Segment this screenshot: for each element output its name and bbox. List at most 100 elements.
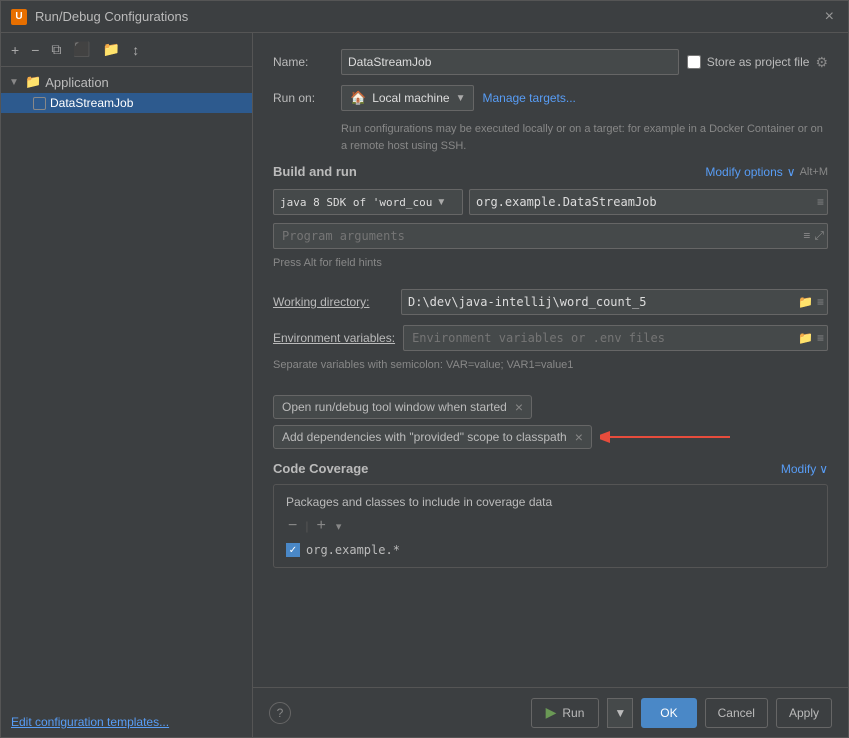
- coverage-modify-label: Modify: [781, 462, 816, 476]
- close-button[interactable]: ×: [821, 8, 838, 26]
- run-on-select[interactable]: 🏠 Local machine ▼: [341, 85, 474, 111]
- local-machine-icon: 🏠: [350, 90, 366, 106]
- run-hint: Run configurations may be executed local…: [273, 117, 828, 164]
- copy-config-button[interactable]: ⧉: [47, 38, 65, 61]
- program-args-input[interactable]: [273, 223, 828, 249]
- tree-arrow-application: ▼: [9, 77, 21, 88]
- env-vars-label: Environment variables:: [273, 331, 395, 345]
- app-logo: U: [11, 9, 27, 25]
- tag-provided-scope-label: Add dependencies with "provided" scope t…: [282, 430, 567, 444]
- ok-button[interactable]: OK: [641, 698, 696, 728]
- main-class-input[interactable]: [469, 189, 828, 215]
- tree-item-datastreamjob[interactable]: DataStreamJob: [1, 93, 252, 113]
- manage-targets-link[interactable]: Manage targets...: [482, 91, 575, 105]
- run-button-label: Run: [562, 706, 584, 720]
- application-folder-icon: 📁: [25, 74, 41, 90]
- store-project-label: Store as project file: [707, 55, 810, 69]
- tag-open-window-close[interactable]: ×: [515, 400, 523, 414]
- tree-group-label: Application: [45, 75, 109, 90]
- code-coverage-section: Code Coverage Modify ∨ Packages and clas…: [273, 461, 828, 568]
- coverage-remove-button[interactable]: −: [286, 517, 299, 535]
- run-play-icon: ▶: [546, 704, 557, 721]
- prog-args-list-icon[interactable]: ≡: [803, 229, 810, 244]
- coverage-item: ✓ org.example.*: [286, 543, 815, 557]
- working-dir-wrap: 📁 ≡: [401, 289, 828, 315]
- coverage-toolbar: − | + ▾: [286, 517, 815, 535]
- modify-options-button[interactable]: Modify options ∨ Alt+M: [705, 165, 828, 179]
- coverage-item-checkbox[interactable]: ✓: [286, 543, 300, 557]
- sdk-select[interactable]: java 8 SDK of 'word_cou ▼: [273, 189, 463, 215]
- tag-open-window-label: Open run/debug tool window when started: [282, 400, 507, 414]
- sdk-row: java 8 SDK of 'word_cou ▼ ≡: [273, 189, 828, 215]
- working-dir-row: Working directory: 📁 ≡: [273, 289, 828, 315]
- config-file-icon: [33, 97, 46, 110]
- run-dropdown-button[interactable]: ▼: [607, 698, 633, 728]
- red-arrow-indicator: [600, 428, 730, 446]
- run-button[interactable]: ▶ Run: [531, 698, 600, 728]
- dir-folder-icon[interactable]: 📁: [798, 295, 813, 309]
- left-toolbar: + − ⧉ ⬛ 📁 ↕: [1, 33, 252, 67]
- coverage-item-label: org.example.*: [306, 543, 400, 557]
- main-class-row: ≡: [469, 189, 828, 215]
- run-on-label: Run on:: [273, 91, 333, 105]
- working-dir-label: Working directory:: [273, 295, 393, 309]
- run-debug-dialog: U Run/Debug Configurations × + − ⧉ ⬛ 📁 ↕…: [0, 0, 849, 738]
- coverage-modify-button[interactable]: Modify ∨: [781, 462, 828, 476]
- right-panel: Name: Store as project file ⚙ Run on: 🏠 …: [253, 33, 848, 737]
- env-vars-input[interactable]: [403, 325, 828, 351]
- build-run-header: Build and run Modify options ∨ Alt+M: [273, 164, 828, 179]
- sort-config-button[interactable]: ↕: [128, 39, 143, 61]
- cancel-button[interactable]: Cancel: [705, 698, 768, 728]
- prog-args-expand-icon[interactable]: ⤢: [814, 229, 824, 244]
- folder-config-button[interactable]: 📁: [99, 38, 124, 61]
- apply-button[interactable]: Apply: [776, 698, 832, 728]
- prog-args-icons: ≡ ⤢: [803, 229, 824, 244]
- run-on-value: Local machine: [372, 91, 449, 105]
- sdk-dropdown-arrow: ▼: [436, 197, 446, 208]
- modify-shortcut: Alt+M: [800, 166, 828, 178]
- env-folder-icon[interactable]: 📁: [798, 331, 813, 345]
- dir-list-icon[interactable]: ≡: [817, 295, 824, 309]
- tag-open-window: Open run/debug tool window when started …: [273, 395, 532, 419]
- coverage-add-button[interactable]: +: [314, 517, 327, 535]
- bottom-bar: ? ▶ Run ▼ OK Cancel Apply: [253, 687, 848, 737]
- env-hint: Separate variables with semicolon: VAR=v…: [273, 355, 828, 383]
- config-tree: ▼ 📁 Application DataStreamJob: [1, 67, 252, 707]
- coverage-separator: |: [305, 519, 308, 533]
- coverage-modify-arrow: ∨: [819, 462, 828, 476]
- coverage-desc: Packages and classes to include in cover…: [286, 495, 815, 509]
- store-project-checkbox[interactable]: [687, 55, 701, 69]
- main-content: + − ⧉ ⬛ 📁 ↕ ▼ 📁 Application DataStreamJo…: [1, 33, 848, 737]
- edit-templates-link[interactable]: Edit configuration templates...: [1, 707, 252, 737]
- remove-config-button[interactable]: −: [27, 39, 43, 61]
- gear-icon[interactable]: ⚙: [815, 54, 828, 71]
- title-bar: U Run/Debug Configurations ×: [1, 1, 848, 33]
- name-row: Name: Store as project file ⚙: [273, 49, 828, 75]
- env-vars-wrap: 📁 ≡: [403, 325, 828, 351]
- env-list-icon[interactable]: ≡: [817, 331, 824, 345]
- tree-item-label: DataStreamJob: [50, 96, 133, 110]
- working-dir-input[interactable]: [401, 289, 828, 315]
- tree-group-application[interactable]: ▼ 📁 Application: [1, 71, 252, 93]
- modify-options-arrow: ∨: [787, 165, 796, 179]
- run-on-dropdown-arrow: ▼: [456, 93, 466, 104]
- name-label: Name:: [273, 55, 333, 69]
- save-config-button[interactable]: ⬛: [69, 38, 94, 61]
- run-on-row: Run on: 🏠 Local machine ▼ Manage targets…: [273, 85, 828, 111]
- coverage-title: Code Coverage: [273, 461, 368, 476]
- coverage-header: Code Coverage Modify ∨: [273, 461, 828, 476]
- coverage-box: Packages and classes to include in cover…: [273, 484, 828, 568]
- store-project-row: Store as project file ⚙: [687, 54, 828, 71]
- build-run-title: Build and run: [273, 164, 357, 179]
- add-config-button[interactable]: +: [7, 39, 23, 61]
- tag-provided-scope-close[interactable]: ×: [575, 430, 583, 444]
- tag-provided-scope: Add dependencies with "provided" scope t…: [273, 425, 592, 449]
- modify-options-label: Modify options: [705, 165, 782, 179]
- right-content: Name: Store as project file ⚙ Run on: 🏠 …: [253, 33, 848, 687]
- tags-row: Open run/debug tool window when started …: [273, 395, 828, 449]
- dialog-title: Run/Debug Configurations: [35, 9, 821, 24]
- sdk-value: java 8 SDK of 'word_cou: [280, 196, 432, 209]
- class-list-icon[interactable]: ≡: [817, 195, 824, 209]
- name-input[interactable]: [341, 49, 679, 75]
- help-button[interactable]: ?: [269, 702, 291, 724]
